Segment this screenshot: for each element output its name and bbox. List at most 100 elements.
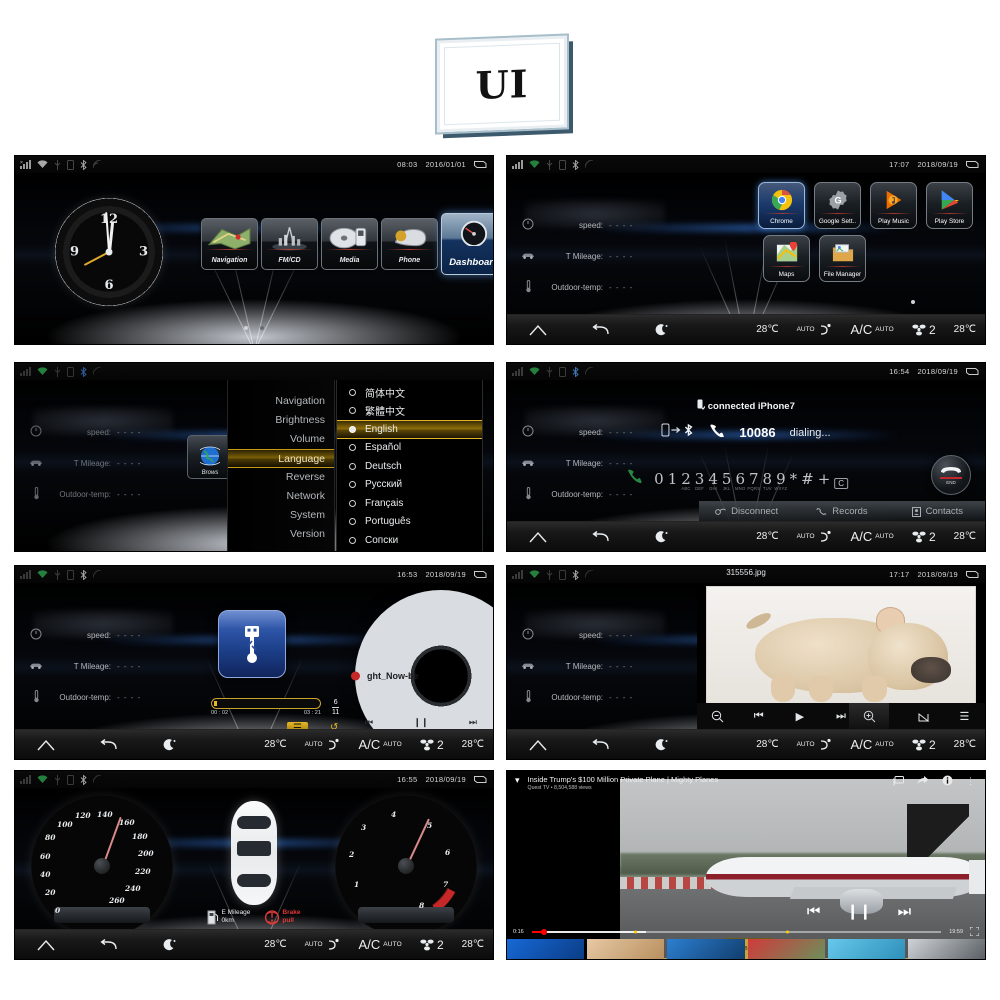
auto-climate-button[interactable]: AUTO xyxy=(788,323,842,337)
language-option-portugues[interactable]: Português xyxy=(337,513,482,532)
back-icon[interactable] xyxy=(77,738,139,751)
play-slideshow-icon[interactable]: ▶ xyxy=(779,710,820,723)
disc-transport-controls[interactable]: ⏮ ❙❙ ⏭ xyxy=(365,717,477,728)
back-icon[interactable] xyxy=(569,738,631,751)
fan-control[interactable]: 2 xyxy=(411,938,453,952)
photo-image[interactable] xyxy=(706,586,976,708)
language-option-english[interactable]: English xyxy=(337,420,482,439)
prev-icon[interactable]: ⏮ xyxy=(807,903,821,920)
page-dot-active[interactable] xyxy=(911,300,915,304)
bottom-nav-bar[interactable]: 28℃ AUTO A/C AUTO 2 28℃ xyxy=(507,314,985,344)
info-icon[interactable] xyxy=(942,775,953,788)
language-option-francais[interactable]: Français xyxy=(337,494,482,513)
pause-icon[interactable]: ❙❙ xyxy=(846,902,871,920)
pause-icon[interactable]: ❙❙ xyxy=(413,717,428,728)
home-icon[interactable] xyxy=(507,324,569,336)
key-4[interactable]: 4 GHI xyxy=(708,470,718,491)
key-plus[interactable]: + xyxy=(818,470,831,489)
app-play-store[interactable]: Play Store xyxy=(926,182,973,229)
ac-button[interactable]: A/C AUTO xyxy=(350,937,411,952)
fan-control[interactable]: 2 xyxy=(411,738,453,752)
home-icon[interactable] xyxy=(507,739,569,751)
temp-left[interactable]: 28℃ xyxy=(747,739,787,750)
home-icon[interactable] xyxy=(15,939,77,951)
phone-tab-bar[interactable]: Disconnect Records Contacts xyxy=(699,501,985,521)
progress-bar[interactable] xyxy=(211,698,321,709)
key-star[interactable]: * xyxy=(790,470,798,489)
youtube-player[interactable]: BB-D7 ⏮ ❙❙ ⏭ ▾ Inside Trump's $100 Milli… xyxy=(507,771,985,959)
language-option-russian[interactable]: Русский xyxy=(337,476,482,495)
temp-right[interactable]: 28℃ xyxy=(945,531,985,542)
night-mode-icon[interactable] xyxy=(631,530,693,544)
auto-climate-button[interactable]: AUTO xyxy=(296,738,350,752)
app-play-music[interactable]: Play Music xyxy=(870,182,917,229)
page-dot-active[interactable] xyxy=(244,326,248,330)
bottom-nav-bar[interactable]: 28℃ AUTO A/C AUTO 2 28℃ xyxy=(507,729,985,759)
panel-youtube[interactable]: BB-D7 ⏮ ❙❙ ⏭ ▾ Inside Trump's $100 Milli… xyxy=(506,770,986,960)
settings-item-volume[interactable]: Volume xyxy=(228,430,334,449)
key-2[interactable]: 2 ABC xyxy=(681,470,691,491)
prev-track-icon[interactable]: ⏮ xyxy=(365,717,373,728)
fan-control[interactable]: 2 xyxy=(903,738,945,752)
zoom-out-icon[interactable] xyxy=(697,710,738,723)
app-chrome[interactable]: Chrome xyxy=(758,182,805,229)
temp-right[interactable]: 28℃ xyxy=(945,324,985,335)
key-9[interactable]: 9 WXYZ xyxy=(774,470,787,491)
key-6[interactable]: 6 MNO xyxy=(735,470,745,491)
panel-settings[interactable]: speed: - - - - T Mileage: - - - - Outdoo… xyxy=(14,362,494,552)
auto-climate-button[interactable]: AUTO xyxy=(788,530,842,544)
key-7[interactable]: 7 PQRS xyxy=(747,470,759,491)
panel-home[interactable]: × 08:03 2016/01/01 12 3 6 9 Navigation F… xyxy=(14,155,494,345)
scrubber-track[interactable] xyxy=(531,929,942,935)
auto-climate-button[interactable]: AUTO xyxy=(788,738,842,752)
home-icon[interactable] xyxy=(15,739,77,751)
video-progress-bar[interactable]: 0:16 19:59 xyxy=(507,925,985,939)
page-dot[interactable] xyxy=(260,326,264,330)
panel-media[interactable]: 16:53 2018/09/19 speed: - - - - T Mileag… xyxy=(14,565,494,760)
zoom-in-icon[interactable] xyxy=(849,703,889,729)
settings-menu[interactable]: Navigation Brightness Volume Language Re… xyxy=(227,380,335,551)
bottom-nav-bar[interactable]: 28℃ AUTO A/C AUTO 2 28℃ xyxy=(15,729,493,759)
fan-control[interactable]: 2 xyxy=(903,323,945,337)
settings-item-reverse[interactable]: Reverse xyxy=(228,468,334,487)
share-icon[interactable] xyxy=(917,776,929,787)
panel-apps[interactable]: 17:07 2018/09/19 speed: - - - - T Mileag… xyxy=(506,155,986,345)
track-progress[interactable]: 00 : 02 03 : 21 xyxy=(211,698,321,716)
tile-media[interactable]: Media xyxy=(321,218,378,270)
related-thumb[interactable] xyxy=(907,939,985,959)
key-hash[interactable]: # xyxy=(801,470,814,489)
related-thumb[interactable] xyxy=(747,939,825,959)
key-8[interactable]: 8 TUV xyxy=(763,470,773,491)
fullscreen-icon[interactable] xyxy=(969,926,980,938)
panel-dashboard[interactable]: 16:55 2018/09/19 0 20 40 60 80 100 120 1… xyxy=(14,770,494,960)
next-track-icon[interactable]: ⏭ xyxy=(469,717,477,728)
tab-contacts[interactable]: Contacts xyxy=(890,506,985,517)
night-mode-icon[interactable] xyxy=(631,323,693,337)
key-3[interactable]: 3 DEF xyxy=(695,470,705,491)
app-maps[interactable]: Maps xyxy=(763,235,810,282)
temp-left[interactable]: 28℃ xyxy=(747,324,787,335)
more-options-icon[interactable]: ⋮ xyxy=(966,776,975,787)
night-mode-icon[interactable] xyxy=(139,938,201,952)
tab-records[interactable]: Records xyxy=(794,506,889,517)
app-google-settings[interactable]: G Google Sett.. xyxy=(814,182,861,229)
panel-photo-viewer[interactable]: 17:17 2018/09/19 315556.jpg speed: - - -… xyxy=(506,565,986,760)
temp-left[interactable]: 28℃ xyxy=(747,531,787,542)
settings-item-version[interactable]: Version xyxy=(228,525,334,544)
tile-dashboard[interactable]: Dashboard xyxy=(441,213,493,275)
end-call-button[interactable]: END xyxy=(931,455,971,495)
related-thumb[interactable] xyxy=(667,939,745,959)
cast-icon[interactable] xyxy=(893,775,904,788)
back-icon[interactable] xyxy=(77,938,139,951)
tile-phone[interactable]: Phone xyxy=(381,218,438,270)
temp-right[interactable]: 28℃ xyxy=(453,939,493,950)
language-list[interactable]: 简体中文 繁體中文 English Español Deutsch Русски… xyxy=(336,380,483,551)
dial-keypad[interactable]: 0 1 2 ABC 3 DEF 4 GHI 5 JKL 6 MNO 7 PQRS 8 TUV … xyxy=(626,468,849,491)
related-videos-strip[interactable] xyxy=(507,939,985,959)
video-transport-controls[interactable]: ⏮ ❙❙ ⏭ xyxy=(807,902,911,921)
temp-left[interactable]: 28℃ xyxy=(255,939,295,950)
photo-toolbar[interactable]: ⏮ ▶ ⏭ ☰ xyxy=(697,703,985,729)
night-mode-icon[interactable] xyxy=(139,738,201,752)
night-mode-icon[interactable] xyxy=(631,738,693,752)
bottom-nav-bar[interactable]: 28℃ AUTO A/C AUTO 2 28℃ xyxy=(15,929,493,959)
